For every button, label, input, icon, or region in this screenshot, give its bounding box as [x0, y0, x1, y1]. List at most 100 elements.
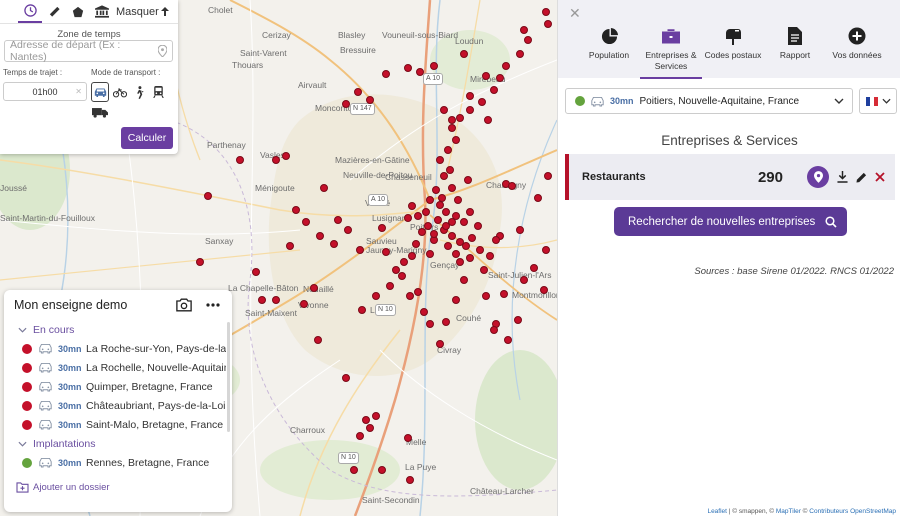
restaurant-marker[interactable] — [444, 146, 452, 154]
tab-entreprises[interactable]: Entreprises & Services — [640, 26, 702, 79]
restaurant-marker[interactable] — [436, 340, 444, 348]
restaurant-marker[interactable] — [408, 252, 416, 260]
restaurant-marker[interactable] — [520, 26, 528, 34]
time-input[interactable]: 01h00 ✕ — [3, 82, 87, 101]
restaurant-marker[interactable] — [524, 36, 532, 44]
restaurant-marker[interactable] — [366, 96, 374, 104]
restaurant-marker[interactable] — [362, 416, 370, 424]
restaurant-marker[interactable] — [430, 230, 438, 238]
restaurant-marker[interactable] — [448, 184, 456, 192]
restaurant-marker[interactable] — [448, 116, 456, 124]
maptiler-link[interactable]: MapTiler — [776, 508, 801, 515]
restaurant-marker[interactable] — [490, 326, 498, 334]
restaurant-marker[interactable] — [460, 50, 468, 58]
restaurant-marker[interactable] — [436, 156, 444, 164]
restaurant-marker[interactable] — [404, 214, 412, 222]
restaurant-marker[interactable] — [334, 216, 342, 224]
restaurant-marker[interactable] — [466, 208, 474, 216]
restaurant-marker[interactable] — [442, 318, 450, 326]
restaurant-marker[interactable] — [330, 240, 338, 248]
osm-link[interactable]: Contributeurs OpenStreetMap — [809, 508, 896, 515]
restaurant-marker[interactable] — [544, 172, 552, 180]
restaurant-marker[interactable] — [378, 224, 386, 232]
restaurant-marker[interactable] — [406, 476, 414, 484]
calculate-button[interactable]: Calculer — [121, 127, 173, 149]
location-select[interactable]: 30mn Poitiers, Nouvelle-Aquitaine, Franc… — [565, 88, 853, 114]
restaurant-marker[interactable] — [464, 176, 472, 184]
restaurant-marker[interactable] — [516, 50, 524, 58]
add-folder-button[interactable]: Ajouter un dossier — [16, 482, 110, 493]
camera-icon[interactable] — [176, 298, 192, 312]
download-icon[interactable] — [837, 171, 848, 183]
restaurant-marker[interactable] — [320, 184, 328, 192]
restaurant-marker[interactable] — [416, 68, 424, 76]
restaurant-marker[interactable] — [366, 424, 374, 432]
restaurant-marker[interactable] — [452, 250, 460, 258]
restaurant-marker[interactable] — [302, 218, 310, 226]
restaurant-marker[interactable] — [414, 288, 422, 296]
restaurant-marker[interactable] — [386, 282, 394, 290]
restaurant-marker[interactable] — [496, 74, 504, 82]
restaurant-marker[interactable] — [196, 258, 204, 266]
restaurant-marker[interactable] — [316, 232, 324, 240]
restaurant-marker[interactable] — [478, 98, 486, 106]
restaurant-marker[interactable] — [442, 208, 450, 216]
restaurant-marker[interactable] — [398, 272, 406, 280]
list-item[interactable]: 30mn La Roche-sur-Yon, Pays-de-la-Loire, … — [4, 339, 232, 358]
restaurant-marker[interactable] — [372, 412, 380, 420]
restaurant-marker[interactable] — [484, 116, 492, 124]
restaurant-marker[interactable] — [456, 258, 464, 266]
restaurant-marker[interactable] — [504, 336, 512, 344]
restaurant-marker[interactable] — [486, 252, 494, 260]
restaurant-marker[interactable] — [382, 248, 390, 256]
group-implantations[interactable]: Implantations — [4, 434, 232, 453]
restaurant-marker[interactable] — [466, 254, 474, 262]
restaurant-marker[interactable] — [378, 466, 386, 474]
restaurant-marker[interactable] — [422, 208, 430, 216]
delete-icon[interactable] — [875, 172, 885, 182]
restaurant-marker[interactable] — [468, 234, 476, 242]
restaurant-marker[interactable] — [434, 216, 442, 224]
more-icon[interactable] — [206, 303, 220, 307]
restaurant-marker[interactable] — [542, 8, 550, 16]
restaurant-marker[interactable] — [258, 296, 266, 304]
restaurant-marker[interactable] — [342, 100, 350, 108]
restaurant-marker[interactable] — [480, 266, 488, 274]
list-item[interactable]: 30mn Quimper, Bretagne, France — [4, 377, 232, 396]
mode-car[interactable] — [91, 82, 109, 102]
restaurant-marker[interactable] — [286, 242, 294, 250]
list-item[interactable]: 30mn Rennes, Bretagne, France — [4, 453, 232, 472]
hide-toggle[interactable]: Masquer — [116, 6, 169, 18]
restaurant-marker[interactable] — [372, 292, 380, 300]
restaurant-marker[interactable] — [406, 292, 414, 300]
restaurant-marker[interactable] — [446, 166, 454, 174]
scrollbar[interactable] — [227, 322, 230, 432]
restaurant-marker[interactable] — [400, 258, 408, 266]
restaurant-marker[interactable] — [426, 196, 434, 204]
restaurant-marker[interactable] — [440, 106, 448, 114]
tab-vos-donnees[interactable]: Vos données — [826, 26, 888, 79]
country-select[interactable] — [859, 88, 897, 114]
restaurant-marker[interactable] — [350, 466, 358, 474]
restaurant-marker[interactable] — [490, 86, 498, 94]
restaurant-marker[interactable] — [462, 242, 470, 250]
restaurant-marker[interactable] — [426, 250, 434, 258]
restaurant-marker[interactable] — [272, 156, 280, 164]
restaurant-marker[interactable] — [404, 64, 412, 72]
restaurant-marker[interactable] — [544, 20, 552, 28]
restaurant-marker[interactable] — [408, 202, 416, 210]
restaurant-marker[interactable] — [404, 434, 412, 442]
mode-bike[interactable] — [112, 84, 128, 100]
restaurant-marker[interactable] — [426, 320, 434, 328]
list-item[interactable]: 30mn Châteaubriant, Pays-de-la-Loire, Fra… — [4, 396, 232, 415]
address-input[interactable]: Adresse de départ (Ex : Nantes) — [4, 39, 173, 63]
restaurant-marker[interactable] — [514, 316, 522, 324]
restaurant-marker[interactable] — [356, 246, 364, 254]
mode-truck[interactable] — [92, 107, 108, 121]
restaurant-marker[interactable] — [492, 236, 500, 244]
restaurant-marker[interactable] — [444, 242, 452, 250]
restaurant-marker[interactable] — [500, 290, 508, 298]
restaurant-marker[interactable] — [272, 296, 280, 304]
polygon-tab[interactable] — [66, 1, 90, 23]
clock-tab[interactable] — [18, 1, 42, 23]
